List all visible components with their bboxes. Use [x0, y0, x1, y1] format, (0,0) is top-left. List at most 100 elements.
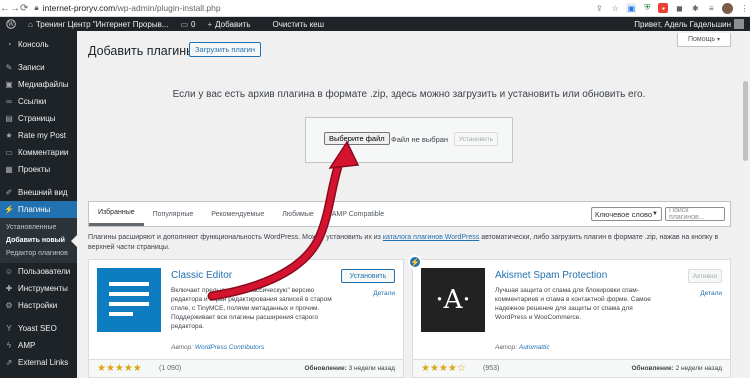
- clear-cache-link[interactable]: Очистить кеш: [257, 17, 331, 31]
- sidebar-item-settings[interactable]: ⚙ Настройки: [0, 297, 77, 314]
- reading-list-icon[interactable]: ≡: [706, 3, 716, 13]
- sidebar-item-dashboard[interactable]: ◔ Консоль: [0, 36, 77, 53]
- sidebar-item-amp[interactable]: ϟ AMP: [0, 337, 77, 354]
- install-now-button[interactable]: Установить: [454, 132, 498, 146]
- akismet-icon[interactable]: ·A·: [421, 268, 485, 332]
- sidebar-item-label: Комментарии: [18, 148, 69, 157]
- tab-popular[interactable]: Популярные: [144, 202, 203, 226]
- star-icon: ★: [5, 131, 13, 140]
- sidebar-item-label: AMP: [18, 341, 36, 350]
- amp-icon: ϟ: [6, 341, 12, 350]
- submenu-add-new[interactable]: Добавить новый: [0, 234, 77, 247]
- author-link[interactable]: WordPress Contributors: [195, 344, 264, 351]
- lock-icon: 🔒︎: [34, 3, 39, 12]
- tab-amp-compatible[interactable]: AMP Compatible: [323, 202, 393, 226]
- clear-cache-label: Очистить кеш: [272, 19, 325, 29]
- wp-logo-icon[interactable]: W: [0, 17, 22, 31]
- extension-red-icon[interactable]: ▪: [658, 3, 669, 13]
- sidebar-item-yoast[interactable]: Y Yoast SEO: [0, 320, 77, 337]
- shield-extension-icon[interactable]: ⛨: [642, 3, 652, 13]
- url-path: /wp-admin/plugin-install.php: [115, 3, 221, 13]
- sidebar-item-tools[interactable]: ✚ Инструменты: [0, 280, 77, 297]
- plugin-card-classic-editor: Classic Editor Включает предыдущую "клас…: [88, 259, 404, 378]
- install-button[interactable]: Установить: [341, 269, 395, 283]
- bookmark-star-icon[interactable]: ☆: [610, 3, 620, 13]
- sidebar-item-label: External Links: [18, 358, 69, 367]
- greeting-label: Привет, Адель Гадельшин: [634, 19, 731, 29]
- sidebar-item-posts[interactable]: ✎ Записи: [0, 59, 77, 76]
- wp-admin-bar: W ⌂ Тренинг Центр "Интернет Прорыв... ▭ …: [0, 17, 750, 31]
- plugin-directory-link[interactable]: каталога плагинов WordPress: [383, 234, 479, 241]
- comments-link[interactable]: ▭ 0: [174, 17, 201, 31]
- upload-plugin-button[interactable]: Загрузить плагин: [189, 42, 262, 57]
- puzzle-icon[interactable]: ✱: [690, 3, 700, 13]
- sidebar-item-label: Медиафайлы: [18, 80, 69, 89]
- sidebar-item-rate-my-post[interactable]: ★ Rate my Post: [0, 127, 77, 144]
- sidebar-item-links[interactable]: ∞ Ссылки: [0, 93, 77, 110]
- details-link[interactable]: Детали: [373, 290, 395, 297]
- plugin-author: Автор: WordPress Contributors: [171, 344, 264, 351]
- author-prefix: Автор:: [171, 344, 194, 351]
- details-link[interactable]: Детали: [700, 290, 722, 297]
- sidebar-item-plugins[interactable]: ⚡ Плагины: [0, 201, 77, 218]
- caret-down-icon: ▾: [717, 37, 721, 43]
- sidebar-item-comments[interactable]: ▭ Комментарии: [0, 144, 77, 161]
- updated-value: 2 недели назад: [675, 365, 722, 372]
- address-bar[interactable]: 🔒︎ internet-proryv.com/wp-admin/plugin-i…: [34, 2, 594, 15]
- plugin-name-link[interactable]: Classic Editor: [171, 270, 232, 281]
- menu-dots-icon[interactable]: ⋮: [739, 3, 749, 13]
- author-link[interactable]: Automattic: [519, 344, 550, 351]
- sidebar-item-label: Настройки: [18, 301, 58, 310]
- rating-count: (953): [483, 365, 500, 372]
- forward-icon[interactable]: →: [10, 0, 20, 16]
- sidebar-item-label: Внешний вид: [18, 188, 68, 197]
- sidebar-item-users[interactable]: ☺ Пользователи: [0, 263, 77, 280]
- plugin-search-input[interactable]: Поиск плагинов...: [665, 207, 725, 221]
- extension-icon[interactable]: ▣: [626, 3, 637, 13]
- users-icon: ☺: [4, 267, 14, 276]
- search-type-select[interactable]: Ключевое слово ▼: [591, 207, 662, 221]
- extension-gray-icon[interactable]: ◼: [674, 3, 684, 13]
- chevron-down-icon: ▼: [652, 211, 658, 217]
- plugin-description: Включает предыдущую "классическую" верси…: [171, 287, 332, 330]
- sidebar-item-appearance[interactable]: ✐ Внешний вид: [0, 184, 77, 201]
- classic-editor-icon[interactable]: [97, 268, 161, 332]
- upload-form: Выберите файл Файл не выбран Установить: [305, 117, 513, 163]
- sidebar-item-media[interactable]: ▣ Медиафайлы: [0, 76, 77, 93]
- profile-avatar[interactable]: [722, 2, 734, 14]
- scrollbar-thumb[interactable]: [743, 81, 748, 161]
- sidebar-item-label: Проекты: [18, 165, 51, 174]
- plugins-submenu: Установленные Добавить новый Редактор пл…: [0, 218, 77, 263]
- help-label: Помощь: [687, 36, 716, 43]
- tab-recommended[interactable]: Рекомендуемые: [202, 202, 273, 226]
- choose-file-button[interactable]: Выберите файл: [324, 132, 390, 145]
- help-tab-button[interactable]: Помощь ▾: [677, 33, 731, 47]
- url-text: internet-proryv.com/wp-admin/plugin-inst…: [43, 3, 221, 13]
- upload-instructions: Если у вас есть архив плагина в формате …: [172, 89, 646, 100]
- updated-value: 3 недели назад: [348, 365, 395, 372]
- last-updated: Обновление: 2 недели назад: [632, 365, 723, 372]
- sidebar-item-projects[interactable]: ▦ Проекты: [0, 161, 77, 178]
- share-icon[interactable]: ⇪: [594, 3, 604, 13]
- reload-icon[interactable]: ⟳: [20, 0, 28, 16]
- media-icon: ▣: [5, 80, 13, 89]
- submenu-installed[interactable]: Установленные: [0, 221, 77, 234]
- tab-featured[interactable]: Избранные: [89, 202, 144, 226]
- star-rating: ★★★★★: [97, 363, 142, 374]
- page-title: Добавить плагины: [88, 44, 196, 58]
- page-scrollbar[interactable]: [741, 31, 750, 378]
- back-icon[interactable]: ←: [0, 0, 10, 16]
- sidebar-item-label: Записи: [18, 63, 45, 72]
- plugin-name-link[interactable]: Akismet Spam Protection: [495, 270, 607, 281]
- add-new-link[interactable]: + Добавить: [202, 17, 257, 31]
- plugin-card-akismet: ⚡ ·A· Akismet Spam Protection Лучшая защ…: [408, 255, 731, 378]
- main-content: Добавить плагины Загрузить плагин Помощь…: [77, 31, 741, 378]
- sidebar-item-pages[interactable]: ▤ Страницы: [0, 110, 77, 127]
- browser-toolbar: ← → ⟳ 🔒︎ internet-proryv.com/wp-admin/pl…: [0, 0, 750, 17]
- last-updated: Обновление: 3 недели назад: [305, 365, 396, 372]
- submenu-plugin-editor[interactable]: Редактор плагинов: [0, 247, 77, 260]
- sidebar-item-external-links[interactable]: ⇗ External Links: [0, 354, 77, 371]
- account-menu[interactable]: Привет, Адель Гадельшин: [628, 17, 750, 31]
- tab-favorites[interactable]: Любимые: [273, 202, 323, 226]
- site-name-link[interactable]: ⌂ Тренинг Центр "Интернет Прорыв...: [22, 17, 174, 31]
